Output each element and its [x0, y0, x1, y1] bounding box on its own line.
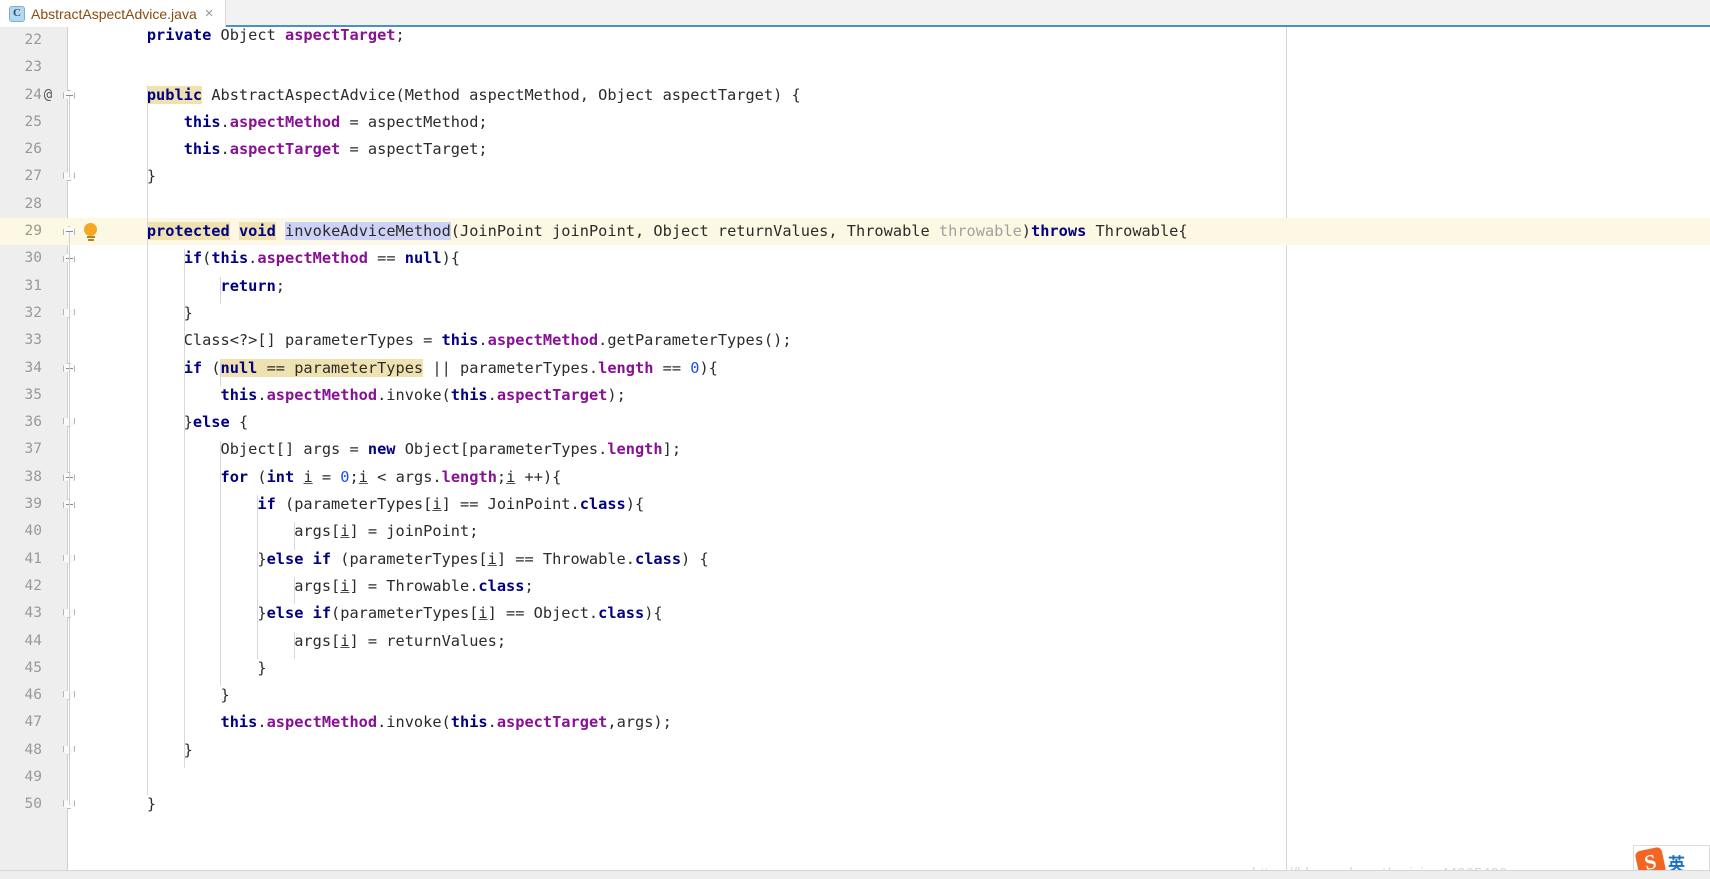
- line-number: 27: [24, 168, 42, 185]
- line-number: 41: [24, 550, 42, 567]
- code-line[interactable]: 32 }: [0, 300, 1710, 327]
- line-number: 38: [24, 468, 42, 485]
- code-text[interactable]: }: [110, 300, 193, 327]
- code-text[interactable]: Class<?>[] parameterTypes = this.aspectM…: [110, 327, 792, 354]
- line-number: 23: [24, 59, 42, 76]
- code-line[interactable]: 24 @ public AbstractAspectAdvice(Method a…: [0, 82, 1710, 109]
- line-number: 46: [24, 687, 42, 704]
- indent-guide: [294, 577, 295, 605]
- line-number: 35: [24, 386, 42, 403]
- status-bar: [0, 870, 1710, 879]
- code-text[interactable]: return;: [110, 273, 285, 300]
- code-text[interactable]: this.aspectMethod.invoke(this.aspectTarg…: [110, 709, 672, 736]
- line-number: 37: [24, 441, 42, 458]
- code-line[interactable]: 25 this.aspectMethod = aspectMethod;: [0, 109, 1710, 136]
- code-text[interactable]: }: [110, 655, 266, 682]
- code-line[interactable]: 27 }: [0, 163, 1710, 190]
- code-line[interactable]: 34 if (null == parameterTypes || paramet…: [0, 355, 1710, 382]
- editor-tab-bar: C AbstractAspectAdvice.java ×: [0, 0, 1710, 27]
- close-icon[interactable]: ×: [203, 6, 214, 21]
- code-text[interactable]: Object[] args = new Object[parameterType…: [110, 436, 682, 463]
- indent-guide: [294, 631, 295, 659]
- line-number: 47: [24, 714, 42, 731]
- indent-guide: [220, 440, 222, 687]
- ide-window: C AbstractAspectAdvice.java × 22 private…: [0, 0, 1710, 879]
- line-number: 32: [24, 304, 42, 321]
- code-text[interactable]: public AbstractAspectAdvice(Method aspec…: [110, 82, 801, 109]
- code-line[interactable]: 28: [0, 191, 1710, 218]
- line-number: 28: [24, 195, 42, 212]
- code-text[interactable]: if (parameterTypes[i] == JoinPoint.class…: [110, 491, 644, 518]
- line-number: 44: [24, 632, 42, 649]
- code-line[interactable]: 46 }: [0, 682, 1710, 709]
- code-text[interactable]: }else if (parameterTypes[i] == Throwable…: [110, 546, 708, 573]
- code-lines-container: 22 private Object aspectTarget; 23 24 @ pub…: [0, 27, 1710, 819]
- fold-rail: [69, 232, 70, 806]
- line-number: 45: [24, 659, 42, 676]
- code-text[interactable]: this.aspectTarget = aspectTarget;: [110, 136, 488, 163]
- code-text[interactable]: this.aspectMethod.invoke(this.aspectTarg…: [110, 382, 626, 409]
- code-line[interactable]: 31 return;: [0, 273, 1710, 300]
- code-line[interactable]: 45 }: [0, 655, 1710, 682]
- code-text[interactable]: this.aspectMethod = aspectMethod;: [110, 109, 488, 136]
- code-text[interactable]: if (null == parameterTypes || parameterT…: [110, 355, 718, 382]
- line-number: 34: [24, 359, 42, 376]
- fold-rail: [69, 95, 70, 178]
- line-number: 36: [24, 414, 42, 431]
- line-number: 40: [24, 523, 42, 540]
- code-text[interactable]: }: [110, 682, 230, 709]
- line-number: 31: [24, 277, 42, 294]
- editor-tab-abstractaspectadvice[interactable]: C AbstractAspectAdvice.java ×: [0, 0, 226, 27]
- line-number: 42: [24, 577, 42, 594]
- indent-guide: [294, 522, 295, 550]
- indent-guide: [220, 276, 222, 304]
- code-line-current[interactable]: 29 protected void invokeAdviceMethod(Joi…: [0, 218, 1710, 246]
- code-line[interactable]: 49: [0, 764, 1710, 791]
- code-text[interactable]: private Object aspectTarget;: [110, 27, 405, 49]
- code-text[interactable]: protected void invokeAdviceMethod(JoinPo…: [110, 218, 1188, 245]
- intention-lightbulb-icon[interactable]: [82, 223, 99, 241]
- line-number: 29: [24, 223, 42, 240]
- code-line[interactable]: 38 for (int i = 0;i < args.length;i ++){: [0, 464, 1710, 491]
- code-line[interactable]: 33 Class<?>[] parameterTypes = this.aspe…: [0, 327, 1710, 354]
- code-text[interactable]: args[i] = Throwable.class;: [110, 573, 534, 600]
- code-line[interactable]: 23: [0, 54, 1710, 81]
- line-number: 39: [24, 496, 42, 513]
- code-text[interactable]: if(this.aspectMethod == null){: [110, 245, 460, 272]
- code-editor[interactable]: 22 private Object aspectTarget; 23 24 @ pub…: [0, 27, 1710, 870]
- code-line[interactable]: 37 Object[] args = new Object[parameterT…: [0, 436, 1710, 463]
- code-line[interactable]: 22 private Object aspectTarget;: [0, 27, 1710, 54]
- editor-tab-label: AbstractAspectAdvice.java: [31, 5, 197, 22]
- code-text[interactable]: for (int i = 0;i < args.length;i ++){: [110, 464, 562, 491]
- indent-guide: [146, 85, 148, 796]
- line-number: 30: [24, 250, 42, 267]
- code-text[interactable]: }: [110, 737, 193, 764]
- code-line[interactable]: 35 this.aspectMethod.invoke(this.aspectT…: [0, 382, 1710, 409]
- code-text[interactable]: args[i] = returnValues;: [110, 628, 506, 655]
- code-text[interactable]: }: [110, 163, 156, 190]
- code-line[interactable]: 36 }else {: [0, 409, 1710, 436]
- line-number: 43: [24, 605, 42, 622]
- indent-guide: [220, 358, 222, 386]
- line-number: 24: [24, 86, 42, 103]
- indent-guide: [183, 249, 185, 769]
- line-number: 49: [24, 769, 42, 786]
- line-number: 26: [24, 141, 42, 158]
- code-text[interactable]: }: [110, 791, 156, 818]
- code-text[interactable]: }else if(parameterTypes[i] == Object.cla…: [110, 600, 662, 627]
- code-line[interactable]: 48 }: [0, 737, 1710, 764]
- override-annotation-marker-icon[interactable]: @: [38, 82, 58, 109]
- line-number: 22: [24, 32, 42, 48]
- line-number: 50: [24, 796, 42, 813]
- line-number: 48: [24, 741, 42, 758]
- line-number: 25: [24, 113, 42, 130]
- line-number: 33: [24, 332, 42, 349]
- java-class-file-icon: C: [9, 5, 25, 22]
- code-line[interactable]: 30 if(this.aspectMethod == null){: [0, 245, 1710, 272]
- code-line[interactable]: 47 this.aspectMethod.invoke(this.aspectT…: [0, 709, 1710, 736]
- code-text[interactable]: }else {: [110, 409, 248, 436]
- code-line[interactable]: 26 this.aspectTarget = aspectTarget;: [0, 136, 1710, 163]
- code-line[interactable]: 50 }: [0, 791, 1710, 818]
- indent-guide: [257, 495, 259, 659]
